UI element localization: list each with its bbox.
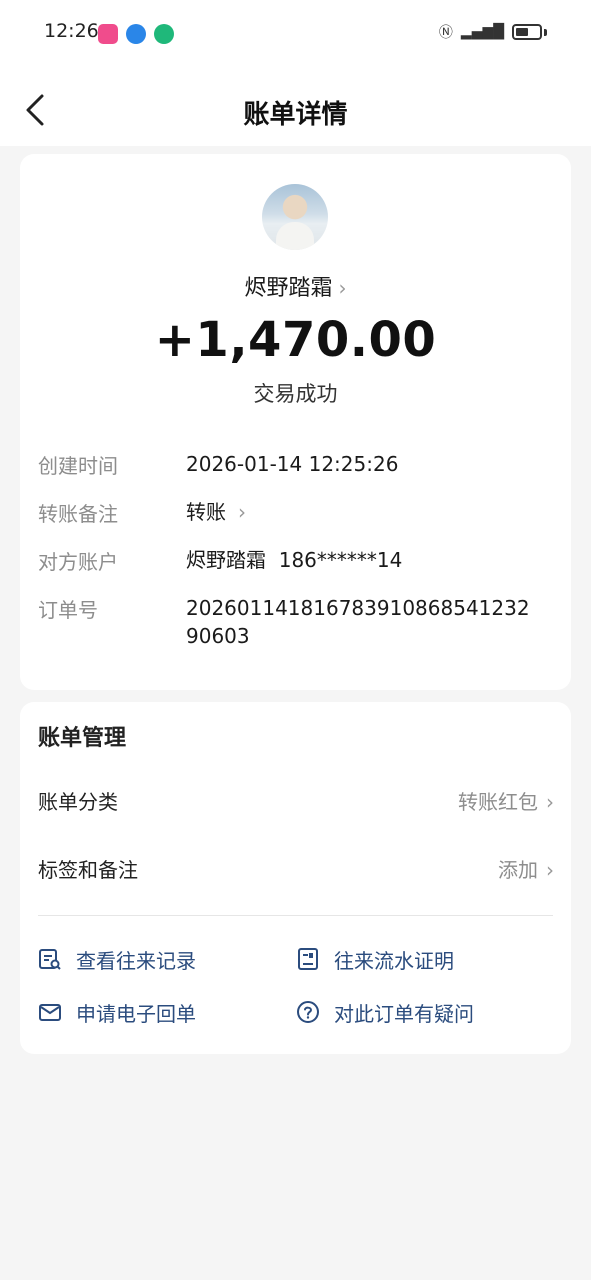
transaction-amount: +1,470.00 [154,312,437,368]
page-title: 账单详情 [243,100,348,130]
detail-label: 订单号 [38,598,98,622]
payee-name-label: 烬野踏霜 [244,276,333,301]
order-question-button[interactable]: 对此订单有疑问 [296,997,474,1027]
mgmt-value: 添加 › [498,854,554,883]
chevron-right-icon: › [546,790,554,814]
divider [38,915,553,916]
section-title: 账单管理 [38,726,127,751]
chevron-right-icon: › [546,858,554,882]
mgmt-label: 标签和备注 [38,858,138,882]
battery-icon [512,24,542,40]
battery-tip [544,28,547,36]
action-label: 对此订单有疑问 [334,1001,474,1026]
action-label: 申请电子回单 [76,1001,196,1026]
order-number: 20260114181678391086854123290603 [186,596,530,648]
mail-icon [39,1004,61,1021]
transaction-card: 烬野踏霜 › +1,470.00 交易成功 创建时间 2026-01-14 12:… [20,154,571,690]
question-icon [297,1001,319,1023]
transaction-status: 交易成功 [253,382,338,406]
system-status-icons: Ⓝ ▂▄▆█ [439,22,547,42]
category-value: 转账红包 [458,790,538,814]
status-bar: 12:26 Ⓝ ▂▄▆█ [0,0,591,68]
view-records-button[interactable]: 查看往来记录 [38,944,196,974]
detail-value-remark: 转账 › [186,498,556,526]
statement-proof-button[interactable]: 往来流水证明 [296,944,454,974]
electronic-receipt-button[interactable]: 申请电子回单 [38,997,196,1027]
detail-label: 创建时间 [38,454,118,478]
detail-value: 烬野踏霜 186******14 [186,548,403,572]
signal-icon: ▂▄▆█ [460,24,504,40]
status-app-icons [98,24,174,44]
app-notification-icon [154,24,174,44]
bill-category-row[interactable]: 账单分类 转账红包 › [38,786,554,820]
bill-management-card: 账单管理 账单分类 转账红包 › 标签和备注 添加 › 查看往来记录 往来流水证明 [20,702,571,1054]
app-notification-icon [126,24,146,44]
chevron-right-icon: › [338,276,347,300]
mgmt-label: 账单分类 [38,790,118,814]
detail-value: 2026-01-14 12:25:26 [186,452,399,476]
tags-value: 添加 [498,858,538,882]
payee-name[interactable]: 烬野踏霜 › [20,270,571,302]
record-list-icon [39,949,61,970]
chevron-right-icon: › [238,500,246,524]
action-label: 查看往来记录 [76,948,196,973]
statement-proof-icon [298,948,318,970]
detail-label: 转账备注 [38,502,118,526]
action-label: 往来流水证明 [334,948,454,973]
tags-notes-row[interactable]: 标签和备注 添加 › [38,854,554,888]
remark-value: 转账 [186,500,226,524]
avatar[interactable] [262,184,328,250]
status-time: 12:26 [44,20,99,42]
app-notification-icon [98,24,118,44]
detail-label: 对方账户 [38,550,118,574]
nfc-icon: Ⓝ [438,25,453,41]
mgmt-value: 转账红包 › [458,786,554,815]
nav-header: 账单详情 [0,68,591,146]
avatar-figure [276,222,314,250]
